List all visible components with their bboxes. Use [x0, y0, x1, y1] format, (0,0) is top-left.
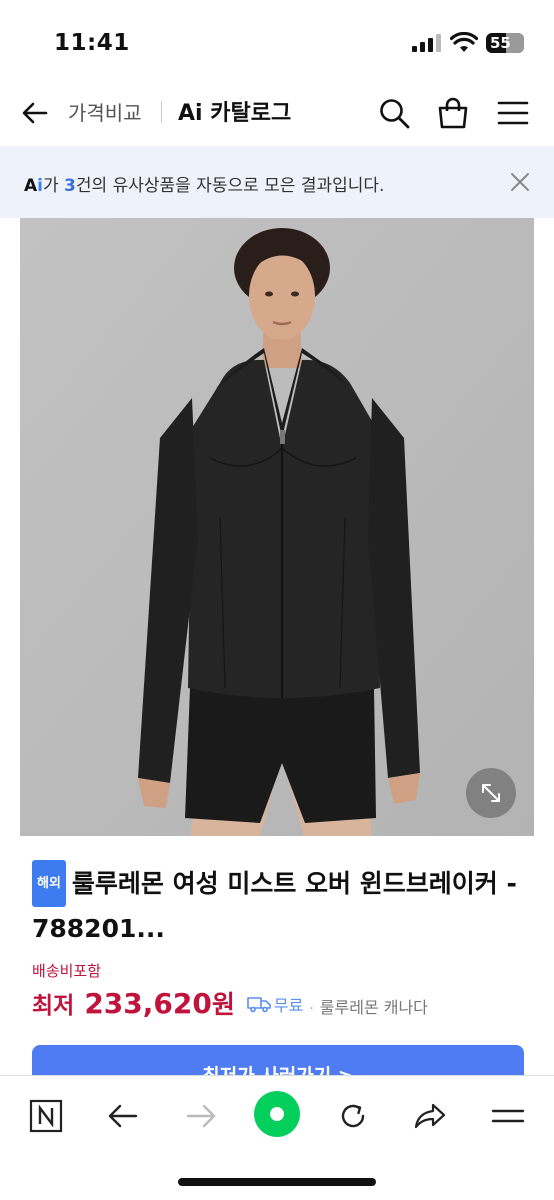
share-button[interactable] — [410, 1096, 450, 1136]
back-button[interactable] — [103, 1096, 143, 1136]
menu-icon[interactable] — [496, 96, 530, 130]
cellular-signal-icon — [412, 34, 441, 52]
wifi-icon — [450, 32, 478, 52]
expand-image-button[interactable] — [466, 768, 516, 818]
lowest-price-label: 최저 — [32, 993, 75, 1019]
product-name[interactable]: 해외 룰루레몬 여성 미스트 오버 윈드브레이커 - 788201... — [32, 860, 532, 950]
browser-menu-button[interactable] — [488, 1096, 528, 1136]
green-dot-icon — [270, 1107, 284, 1121]
refresh-icon — [341, 1104, 365, 1128]
hamburger-menu-icon — [491, 1109, 525, 1123]
shopping-bag-icon[interactable] — [436, 96, 470, 130]
page-title: Ai 카탈로그 — [178, 101, 292, 126]
refresh-button[interactable] — [333, 1096, 373, 1136]
delivery-truck-icon — [247, 997, 271, 1013]
status-time: 11:41 — [54, 30, 130, 56]
ai-notice-banner: Ai가 3건의 유사상품을 자동으로 모은 결과입니다. — [0, 146, 554, 218]
breadcrumb-divider — [161, 101, 162, 123]
back-arrow-icon[interactable] — [20, 98, 50, 128]
breadcrumb-price-compare[interactable]: 가격비교 — [68, 97, 142, 126]
separator-dot: · — [309, 1001, 314, 1017]
ai-logo: Ai — [24, 176, 43, 196]
overseas-badge: 해외 — [32, 860, 66, 907]
top-nav: 가격비교 Ai 카탈로그 — [0, 80, 554, 146]
lowest-price: 233,620 — [84, 987, 212, 1020]
search-icon[interactable] — [377, 96, 411, 130]
product-image[interactable] — [20, 218, 534, 836]
forward-button[interactable] — [181, 1096, 221, 1136]
currency-unit: 원 — [211, 990, 235, 1019]
status-bar: 11:41 55 — [0, 0, 554, 80]
similar-count: 3 — [64, 176, 76, 196]
product-name-text: 룰루레몬 여성 미스트 오버 윈드브레이커 - 788201... — [32, 869, 517, 943]
product-photo-illustration — [20, 218, 534, 836]
share-icon — [414, 1103, 446, 1129]
shipping-included-label: 배송비포함 — [32, 962, 102, 980]
ai-notice-text: Ai가 3건의 유사상품을 자동으로 모은 결과입니다. — [24, 176, 385, 196]
shop-name[interactable]: 룰루레몬 캐나다 — [320, 994, 428, 1018]
battery-icon: 55 — [486, 33, 524, 53]
naver-n-icon — [29, 1099, 63, 1133]
battery-level: 55 — [490, 34, 511, 52]
price-row: 최저 233,620 원 무료 · 룰루레몬 캐나다 — [32, 985, 532, 1021]
expand-icon — [482, 784, 500, 802]
product-info: 해외 룰루레몬 여성 미스트 오버 윈드브레이커 - 788201... — [32, 860, 532, 950]
home-indicator — [178, 1178, 376, 1186]
naver-home-button[interactable] — [26, 1096, 66, 1136]
arrow-right-icon — [186, 1104, 216, 1128]
green-dot-button[interactable] — [254, 1091, 300, 1137]
free-shipping: 무료 — [247, 992, 303, 1016]
arrow-left-icon — [108, 1104, 138, 1128]
close-icon[interactable] — [510, 172, 530, 192]
